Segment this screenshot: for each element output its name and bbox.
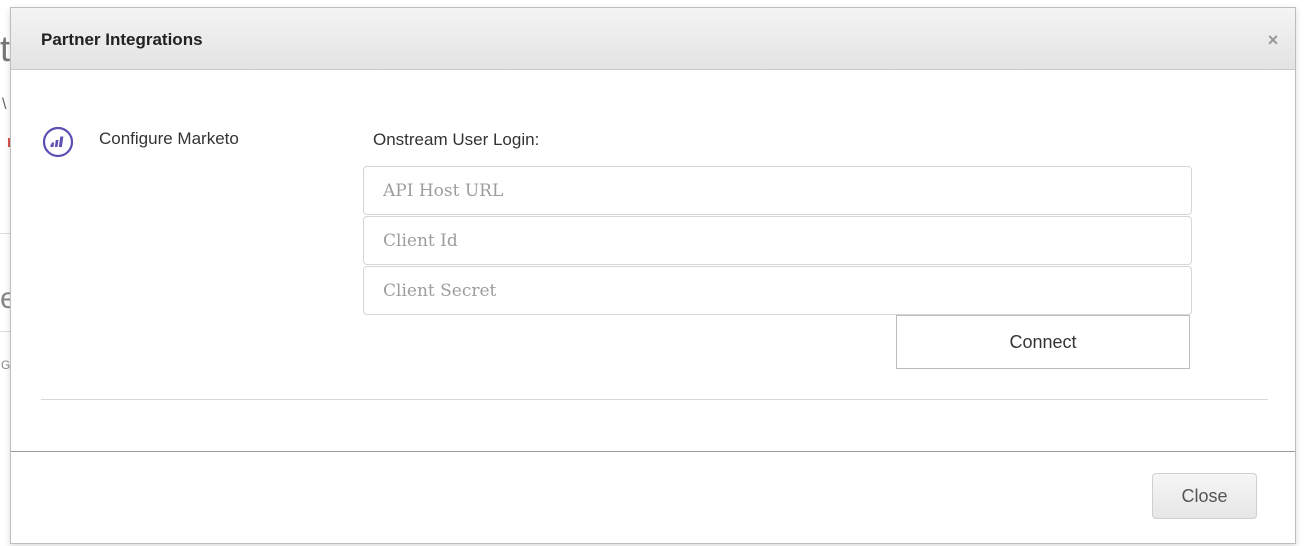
content-divider [41, 399, 1268, 400]
client-id-input[interactable] [363, 216, 1192, 265]
marketo-icon [42, 126, 74, 158]
partner-integrations-modal: Partner Integrations × Configure Marketo… [10, 7, 1296, 544]
background-text-fragment: t [0, 28, 11, 69]
modal-title: Partner Integrations [41, 30, 203, 49]
configure-marketo-label: Configure Marketo [99, 129, 239, 148]
connect-button[interactable]: Connect [896, 315, 1190, 369]
modal-header: Partner Integrations × [11, 8, 1295, 70]
client-secret-input[interactable] [363, 266, 1192, 315]
api-host-url-input[interactable] [363, 166, 1192, 215]
close-button[interactable]: Close [1152, 473, 1257, 519]
close-icon[interactable]: × [1265, 31, 1281, 49]
background-text-fragment: \ [2, 96, 7, 113]
onstream-user-login-label: Onstream User Login: [373, 130, 540, 149]
background-text-fragment: G [1, 358, 11, 372]
footer-divider [11, 451, 1295, 452]
